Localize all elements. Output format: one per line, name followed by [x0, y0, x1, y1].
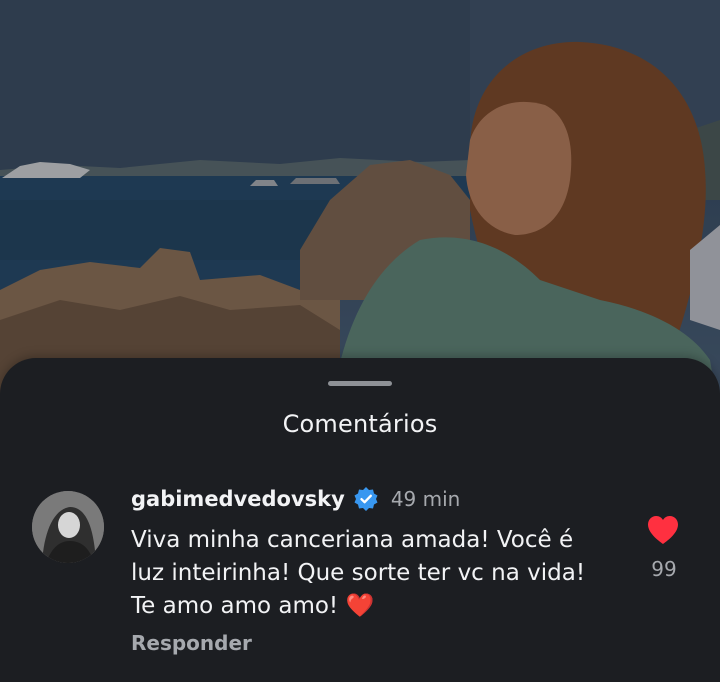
avatar[interactable] — [32, 491, 104, 563]
comment-header: gabimedvedovsky 49 min — [131, 484, 460, 514]
comment-username[interactable]: gabimedvedovsky — [131, 487, 345, 511]
sheet-title: Comentários — [282, 410, 438, 438]
like-count: 99 — [651, 557, 677, 581]
comments-screen: Comentários gabimedvedovsky 49 min Viva … — [0, 0, 720, 682]
sheet-drag-handle[interactable] — [328, 381, 392, 386]
verified-badge-icon — [353, 486, 379, 512]
comment-timestamp: 49 min — [390, 487, 461, 511]
heart-filled-icon[interactable] — [646, 514, 680, 546]
reply-button[interactable]: Responder — [131, 631, 252, 655]
post-photo — [0, 0, 720, 420]
comment-text: Viva minha canceriana amada! Você é luz … — [131, 527, 586, 619]
comments-sheet: Comentários gabimedvedovsky 49 min Viva … — [0, 358, 720, 682]
